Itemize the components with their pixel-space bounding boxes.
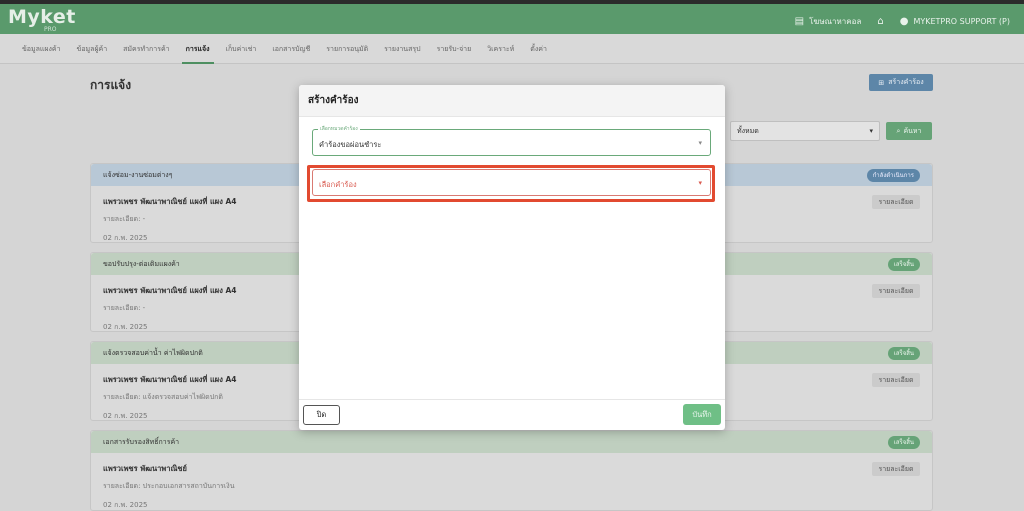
card-date: 02 ก.พ. 2025 (103, 501, 148, 509)
logo[interactable]: Myket (8, 6, 76, 28)
request-placeholder: เลือกคำร้อง (319, 180, 357, 189)
card-header-title: แจ้งตรวจสอบค่าน้ำ ค่าไฟผิดปกติ (103, 349, 203, 357)
category-value: คำร้องขอผ่อนชำระ (319, 140, 382, 149)
save-button[interactable]: บันทึก (683, 404, 721, 425)
card-header-title: เอกสารรับรองสิทธิ์การค้า (103, 438, 180, 446)
nav-item[interactable]: ข้อมูลแผงค้า (14, 34, 69, 64)
create-request-label: สร้างคำร้อง (888, 78, 924, 86)
status-filter-select[interactable]: ทั้งหมด ▾ (730, 121, 880, 141)
news-link[interactable]: ▤ โฆษณาหาคอล (795, 15, 862, 28)
logo-sub: PRO (44, 26, 57, 33)
home-icon[interactable]: ⌂ (877, 16, 883, 27)
shop-name: แพรวเพชร พัฒนาพาณิชย์ (103, 464, 187, 473)
detail-button[interactable]: รายละเอียด (872, 195, 920, 209)
card-header-title: แจ้งซ่อม-งานซ่อมต่างๆ (103, 171, 173, 179)
detail-button[interactable]: รายละเอียด (872, 462, 920, 476)
search-icon: ⌕ (896, 126, 901, 135)
page-title: การแจ้ง (90, 78, 132, 92)
nav-item[interactable]: สมัครทำการค้า (115, 34, 177, 64)
user-label: MYKETPRO SUPPORT (P) (913, 17, 1010, 26)
search-label: ค้นหา (903, 126, 922, 135)
news-label: โฆษณาหาคอล (809, 17, 862, 26)
request-card: เอกสารรับรองสิทธิ์การค้า เสร็จสิ้นแพรวเพช… (90, 430, 933, 511)
nav-item[interactable]: รายการอนุมัติ (318, 34, 376, 64)
category-select[interactable]: เลือกหมวดคำร้อง คำร้องขอผ่อนชำระ ▾ (312, 125, 711, 156)
nav-item[interactable]: เก็บค่าเช่า (218, 34, 265, 64)
nav-item[interactable]: รายรับ-จ่าย (429, 34, 480, 64)
top-right-menu: ▤ โฆษณาหาคอล ⌂ ● MYKETPRO SUPPORT (P) (795, 15, 1010, 28)
status-badge: กำลังดำเนินการ (866, 169, 920, 182)
nav-item[interactable]: ตั้งค่า (522, 34, 555, 64)
status-badge: เสร็จสิ้น (887, 436, 920, 449)
user-icon: ● (899, 16, 909, 27)
create-request-button[interactable]: ⊞ สร้างคำร้อง (869, 74, 933, 91)
request-select[interactable]: เลือกคำร้อง ▾ (312, 169, 711, 196)
modal-title: สร้างคำร้อง (299, 85, 725, 117)
main-nav: ข้อมูลแผงค้า ข้อมูลผู้ค้า สมัครทำการค้า การ… (0, 34, 1024, 64)
nav-item[interactable]: ข้อมูลผู้ค้า (69, 34, 116, 64)
chevron-down-icon: ▾ (698, 139, 702, 147)
user-menu[interactable]: ● MYKETPRO SUPPORT (P) (900, 16, 1010, 27)
nav-item[interactable]: รายงานสรุป (376, 34, 428, 64)
chevron-down-icon: ▾ (869, 127, 873, 135)
card-header-title: ขอปรับปรุง-ต่อเติมแผงค้า (103, 260, 180, 268)
status-badge: เสร็จสิ้น (887, 347, 920, 360)
detail-button[interactable]: รายละเอียด (872, 373, 920, 387)
create-request-modal: สร้างคำร้อง เลือกหมวดคำร้อง คำร้องขอผ่อน… (299, 85, 725, 430)
nav-item[interactable]: วิเคราะห์ (479, 34, 522, 64)
nav-item[interactable]: การแจ้ง (178, 34, 218, 64)
status-badge: เสร็จสิ้น (887, 258, 920, 271)
close-button[interactable]: ปิด (303, 405, 340, 425)
card-body: แพรวเพชร พัฒนาพาณิชย์รายละเอียด: ประกอบเ… (91, 453, 932, 511)
nav-item[interactable]: เอกสารบัญชี (264, 34, 318, 64)
chevron-down-icon: ▾ (698, 179, 702, 187)
newspaper-icon: ▤ (794, 16, 805, 27)
modal-footer: ปิด บันทึก (299, 399, 725, 430)
detail-button[interactable]: รายละเอียด (872, 284, 920, 298)
plus-icon: ⊞ (878, 78, 885, 87)
card-header: เอกสารรับรองสิทธิ์การค้า เสร็จสิ้น (91, 431, 932, 453)
card-detail: รายละเอียด: ประกอบเอกสารสถาบันการเงิน (103, 482, 235, 490)
search-button[interactable]: ⌕ ค้นหา (886, 122, 932, 140)
top-bar: Myket PRO ▤ โฆษณาหาคอล ⌂ ● MYKETPRO SUPP… (0, 0, 1024, 34)
category-label: เลือกหมวดคำร้อง (318, 125, 360, 133)
filter-value: ทั้งหมด (737, 126, 759, 135)
